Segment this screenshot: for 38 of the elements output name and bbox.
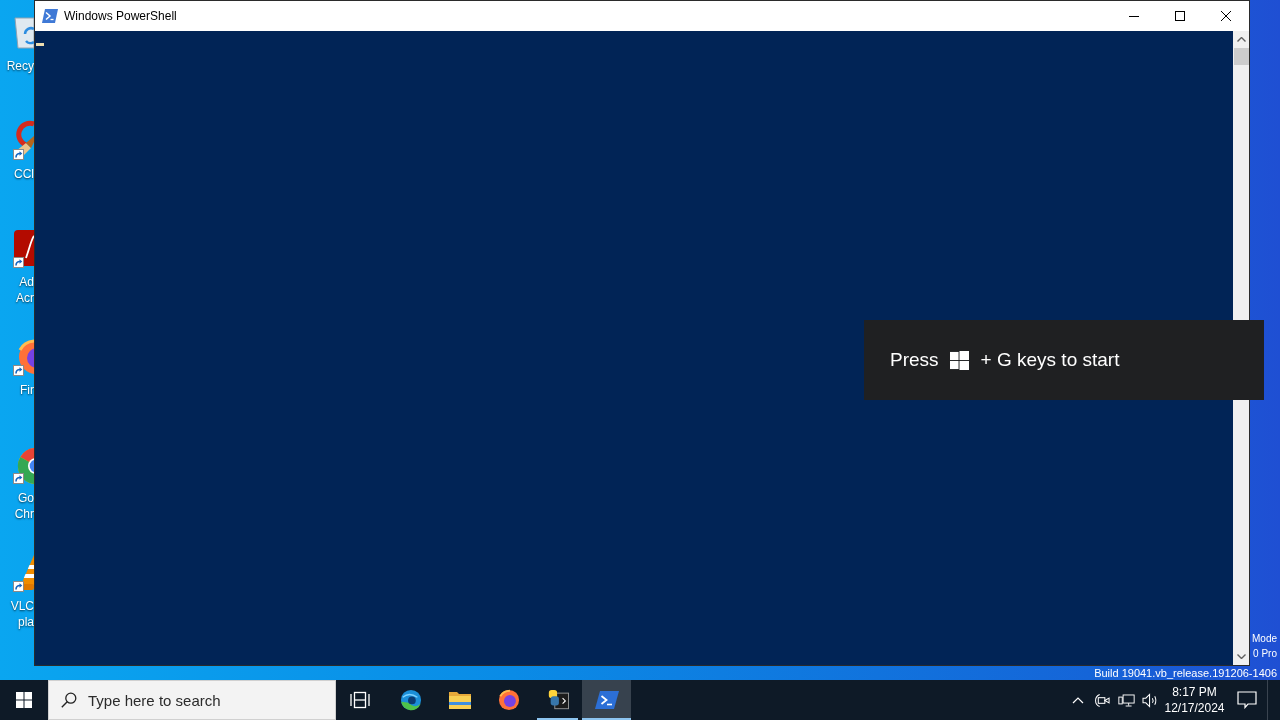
tip-text: Press	[890, 349, 939, 371]
maximize-icon	[1175, 11, 1185, 21]
search-icon	[61, 692, 77, 708]
window-title: Windows PowerShell	[64, 9, 177, 23]
network-icon[interactable]	[1117, 692, 1135, 708]
minimize-icon	[1129, 15, 1139, 17]
video-camera-icon[interactable]	[1093, 692, 1111, 708]
terminal-icon	[594, 689, 619, 711]
desktop-icon-label[interactable]: VLC pla	[10, 598, 34, 630]
windows-logo-icon	[16, 692, 32, 708]
document-swirl-icon[interactable]	[12, 228, 34, 268]
search-field[interactable]: Type here to search	[88, 691, 335, 709]
desktop-info-text: Mode	[1252, 632, 1277, 646]
desktop-icon-label[interactable]: Recy	[6, 58, 34, 74]
windows-logo-icon	[949, 350, 969, 370]
scrollbar-thumb[interactable]	[1233, 48, 1249, 65]
swirl-icon	[398, 689, 423, 711]
chevron-up-icon[interactable]	[1072, 696, 1084, 704]
fox-globe-icon	[496, 689, 521, 711]
desktop-icon-label[interactable]: Ad Acr	[16, 274, 34, 306]
volume-icon[interactable]	[1141, 692, 1159, 708]
desktop-icon-label[interactable]: CCl	[14, 166, 34, 182]
desktop-icon-label[interactable]: Fir	[20, 382, 34, 398]
folder-icon	[447, 689, 472, 711]
taskbar-app-button[interactable]	[582, 680, 631, 720]
clock-button[interactable]: 8:17 PM 12/17/2024	[1162, 680, 1227, 720]
text-cursor	[36, 43, 44, 46]
search-bar[interactable]: Type here to search	[48, 680, 336, 720]
task-view-icon	[350, 691, 370, 709]
scroll-down-icon[interactable]	[1236, 654, 1246, 659]
desktop-icon-label[interactable]: Go Chr	[14, 490, 34, 522]
close-icon	[1221, 11, 1231, 21]
terminal-icon	[42, 9, 58, 23]
scroll-up-icon[interactable]	[1236, 37, 1246, 42]
tip-text: + G keys to start	[980, 349, 1120, 371]
build-info-text: Build 19041.vb_release.191206-1406	[1094, 666, 1277, 680]
notification-icon[interactable]	[1237, 691, 1257, 709]
desktop-info-text: 0 Pro	[1253, 647, 1277, 661]
